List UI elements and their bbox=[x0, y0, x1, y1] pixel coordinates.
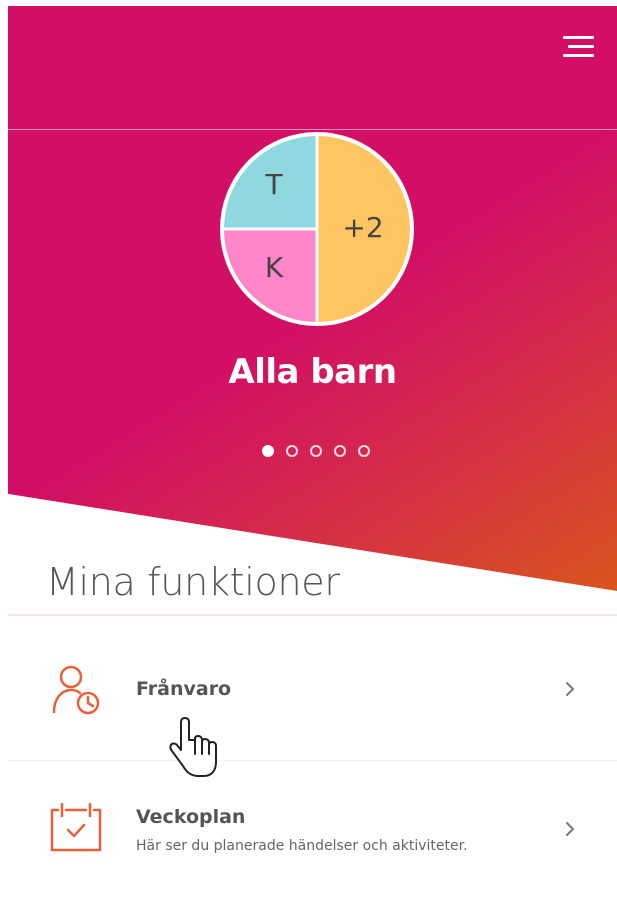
carousel-dot[interactable] bbox=[262, 445, 274, 457]
avatar-pie bbox=[220, 132, 414, 326]
chevron-right-icon bbox=[566, 682, 574, 696]
feature-item-franvaro[interactable]: Frånvaro bbox=[8, 624, 617, 754]
hamburger-menu-icon[interactable] bbox=[554, 30, 594, 62]
app-screen: T K +2 Alla barn Mina funktioner Frånvar… bbox=[0, 0, 617, 898]
person-clock-icon bbox=[52, 665, 100, 715]
children-avatar[interactable]: T K +2 bbox=[218, 130, 416, 328]
chevron-right-icon bbox=[566, 822, 574, 836]
carousel-dot[interactable] bbox=[334, 445, 346, 457]
carousel-dot[interactable] bbox=[286, 445, 298, 457]
list-divider bbox=[8, 760, 617, 761]
avatar-letter-t: T bbox=[265, 168, 283, 201]
profile-title: Alla barn bbox=[228, 352, 397, 392]
avatar-letter-k: K bbox=[264, 251, 284, 284]
avatar-count-more: +2 bbox=[342, 211, 384, 244]
feature-subtitle: Här ser du planerade händelser och aktiv… bbox=[136, 838, 468, 854]
feature-title: Veckoplan bbox=[136, 806, 246, 828]
calendar-check-icon bbox=[50, 802, 102, 852]
feature-item-veckoplan[interactable]: Veckoplan Här ser du planerade händelser… bbox=[8, 762, 617, 882]
carousel-dot[interactable] bbox=[310, 445, 322, 457]
section-divider bbox=[8, 614, 617, 616]
carousel-dot[interactable] bbox=[358, 445, 370, 457]
feature-title: Frånvaro bbox=[136, 678, 232, 700]
carousel-dots bbox=[0, 445, 617, 457]
section-title: Mina funktioner bbox=[46, 560, 340, 604]
